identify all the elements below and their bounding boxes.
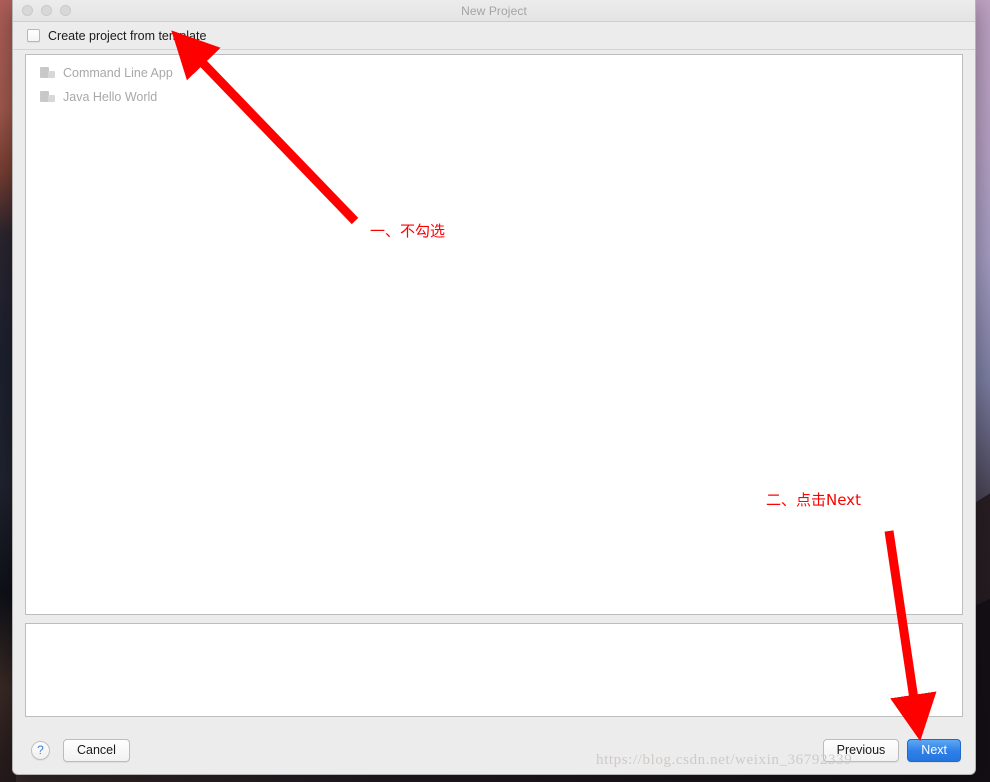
dialog-footer: ? Cancel Previous Next — [13, 726, 975, 774]
dialog-body: Command Line App Java Hello World — [13, 50, 975, 726]
cancel-button[interactable]: Cancel — [63, 738, 130, 762]
list-item[interactable]: Java Hello World — [26, 85, 962, 109]
window-title: New Project — [461, 3, 527, 18]
list-item-label: Java Hello World — [63, 90, 158, 104]
list-item-label: Command Line App — [63, 66, 173, 80]
navigation-buttons: Previous Next — [822, 738, 961, 762]
list-item[interactable]: Command Line App — [26, 61, 962, 85]
new-project-dialog: New Project Create project from template… — [12, 0, 976, 775]
desktop-background: New Project Create project from template… — [0, 0, 990, 782]
help-button[interactable]: ? — [31, 740, 50, 760]
folder-icon — [40, 91, 55, 103]
template-list[interactable]: Command Line App Java Hello World — [25, 54, 963, 615]
create-from-template-row[interactable]: Create project from template — [13, 22, 975, 50]
folder-icon — [40, 67, 55, 79]
create-project-from-template-label: Create project from template — [48, 28, 207, 43]
next-button[interactable]: Next — [907, 738, 961, 762]
window-titlebar: New Project — [13, 0, 975, 22]
template-description-panel — [25, 623, 963, 717]
create-project-from-template-checkbox[interactable] — [27, 29, 40, 42]
previous-button[interactable]: Previous — [822, 738, 900, 762]
